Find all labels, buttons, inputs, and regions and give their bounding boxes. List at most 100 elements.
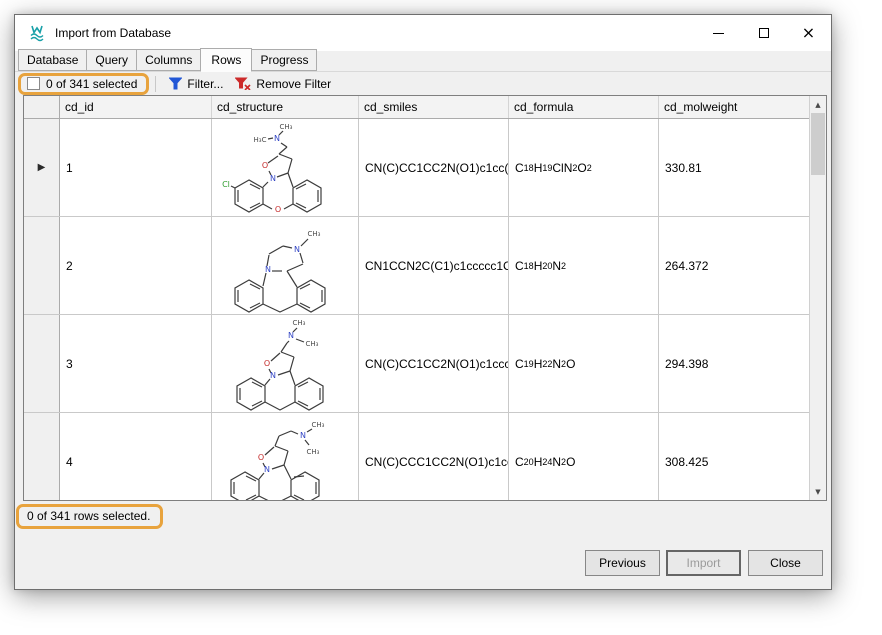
cell-cd-molweight: 330.81 [659, 119, 809, 216]
svg-text:N: N [288, 331, 294, 340]
maximize-icon [759, 28, 769, 38]
cell-cd-structure: CH₃ H₃C N O N Cl O [212, 119, 359, 216]
remove-filter-funnel-icon [235, 77, 251, 90]
svg-text:N: N [300, 431, 306, 440]
svg-text:CH₃: CH₃ [280, 123, 293, 131]
toolbar-separator [155, 76, 156, 92]
svg-text:CH₃: CH₃ [306, 340, 319, 348]
table-row[interactable]: 2 N N [24, 217, 809, 315]
column-header-cd-id[interactable]: cd_id [60, 96, 212, 118]
scroll-down-icon: ▼ [815, 488, 820, 496]
selection-highlight-annotation: 0 of 341 selected [18, 73, 149, 95]
status-bar: 0 of 341 rows selected. [15, 501, 831, 531]
cell-cd-formula: C20H24N2O [509, 413, 659, 501]
tab-strip: Database Query Columns Rows Progress [15, 51, 831, 72]
cell-cd-id: 1 [60, 119, 212, 216]
scroll-up-icon: ▲ [815, 101, 820, 109]
svg-text:H₃C: H₃C [254, 136, 267, 144]
grid-header-row: cd_id cd_structure cd_smiles cd_formula … [24, 96, 809, 119]
import-button[interactable]: Import [666, 550, 741, 576]
column-header-cd-formula[interactable]: cd_formula [509, 96, 659, 118]
close-dialog-button[interactable]: Close [748, 550, 823, 576]
scrollbar-thumb[interactable] [811, 113, 825, 175]
app-icon [28, 24, 46, 42]
svg-text:N: N [270, 174, 276, 183]
tab-columns[interactable]: Columns [136, 49, 201, 71]
minimize-icon [713, 33, 724, 34]
vertical-scrollbar[interactable]: ▲ ▼ [809, 96, 826, 500]
select-all-label: 0 of 341 selected [46, 77, 137, 91]
svg-text:N: N [294, 245, 300, 254]
close-button[interactable]: × [786, 15, 831, 51]
cell-cd-smiles: CN(C)CC1CC2N(O1)c1cccc… [359, 315, 509, 412]
tab-database[interactable]: Database [18, 49, 87, 71]
svg-text:CH₃: CH₃ [308, 230, 321, 238]
current-row-pointer-icon: ▶ [38, 162, 46, 173]
cell-cd-formula: C19H22N2O [509, 315, 659, 412]
cell-cd-formula: C18H20N2 [509, 217, 659, 314]
rows-selected-status: 0 of 341 rows selected. [27, 509, 150, 523]
cell-cd-structure: CH₃ CH₃ N O N [212, 315, 359, 412]
svg-text:O: O [262, 161, 268, 170]
scroll-down-button[interactable]: ▼ [810, 483, 826, 500]
table-row[interactable]: 4 [24, 413, 809, 501]
molecule-structure-1: CH₃ H₃C N O N Cl O [215, 120, 355, 216]
column-header-cd-molweight[interactable]: cd_molweight [659, 96, 809, 118]
cell-cd-molweight: 308.425 [659, 413, 809, 501]
tab-rows[interactable]: Rows [200, 48, 252, 72]
tab-query[interactable]: Query [86, 49, 137, 71]
svg-text:N: N [274, 134, 280, 143]
svg-text:CH₃: CH₃ [307, 448, 320, 456]
filter-button-label: Filter... [187, 77, 223, 91]
filter-button[interactable]: Filter... [163, 75, 229, 93]
svg-text:CH₃: CH₃ [293, 319, 306, 327]
cell-cd-molweight: 264.372 [659, 217, 809, 314]
molecule-structure-4: CH₃ CH₃ N O N [215, 414, 355, 502]
cell-cd-id: 2 [60, 217, 212, 314]
scroll-up-button[interactable]: ▲ [810, 96, 826, 113]
molecule-structure-2: N N CH₃ [215, 218, 355, 314]
previous-button[interactable]: Previous [585, 550, 660, 576]
table-row[interactable]: ▶ 1 [24, 119, 809, 217]
cell-cd-id: 4 [60, 413, 212, 501]
cell-cd-molweight: 294.398 [659, 315, 809, 412]
svg-text:O: O [275, 205, 281, 214]
maximize-button[interactable] [741, 15, 786, 51]
results-grid: cd_id cd_structure cd_smiles cd_formula … [23, 95, 827, 501]
window-title: Import from Database [55, 26, 171, 40]
svg-text:CH₃: CH₃ [312, 421, 325, 429]
row-header-2[interactable] [24, 217, 60, 314]
table-row[interactable]: 3 [24, 315, 809, 413]
svg-text:O: O [258, 453, 264, 462]
minimize-button[interactable] [696, 15, 741, 51]
filter-funnel-icon [169, 77, 182, 90]
title-bar: Import from Database × [15, 15, 831, 51]
column-header-cd-smiles[interactable]: cd_smiles [359, 96, 509, 118]
cell-cd-smiles: CN(C)CCC1CC2N(O1)c1cc… [359, 413, 509, 501]
column-header-cd-structure[interactable]: cd_structure [212, 96, 359, 118]
close-icon: × [802, 25, 815, 41]
cell-cd-structure: N N CH₃ [212, 217, 359, 314]
svg-text:N: N [264, 465, 270, 474]
cell-cd-structure: CH₃ CH₃ N O N [212, 413, 359, 501]
cell-cd-smiles: CN1CCN2C(C1)c1ccccc1Cc… [359, 217, 509, 314]
svg-text:N: N [265, 265, 271, 274]
remove-filter-button[interactable]: Remove Filter [229, 75, 337, 93]
cell-cd-id: 3 [60, 315, 212, 412]
cell-cd-smiles: CN(C)CC1CC2N(O1)c1cc(C… [359, 119, 509, 216]
svg-text:N: N [270, 371, 276, 380]
tab-progress[interactable]: Progress [251, 49, 317, 71]
svg-text:O: O [264, 359, 270, 368]
molecule-structure-3: CH₃ CH₃ N O N [215, 316, 355, 412]
rows-toolbar: 0 of 341 selected Filter... Remove Filte… [15, 72, 831, 95]
status-highlight-annotation: 0 of 341 rows selected. [16, 504, 163, 529]
import-from-database-dialog: Import from Database × Database Query Co… [14, 14, 832, 590]
row-header-3[interactable] [24, 315, 60, 412]
row-header-4[interactable] [24, 413, 60, 501]
grid-corner-cell[interactable] [24, 96, 60, 118]
select-all-checkbox[interactable] [27, 77, 40, 90]
window-controls: × [696, 15, 831, 51]
row-header-1[interactable]: ▶ [24, 119, 60, 216]
cell-cd-formula: C18H19ClN2O2 [509, 119, 659, 216]
remove-filter-button-label: Remove Filter [256, 77, 331, 91]
